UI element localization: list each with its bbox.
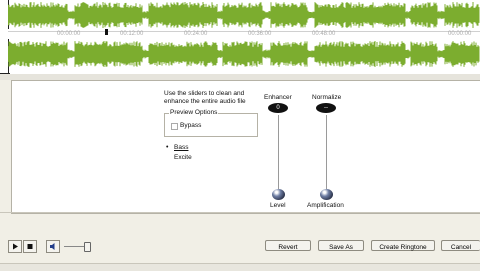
volume-button[interactable] — [46, 240, 60, 253]
timeline-tick: 00:00:00 — [57, 31, 81, 37]
cancel-button[interactable]: Cancel — [441, 240, 480, 251]
bypass-label[interactable]: Bypass — [180, 122, 201, 129]
enhancer-slider-track[interactable] — [278, 115, 279, 191]
play-button[interactable] — [8, 240, 22, 253]
preview-options-legend: Preview Options — [169, 109, 219, 116]
normalize-amplification-label: Amplification — [307, 202, 344, 209]
timeline-tick: 00:00:00 — [448, 31, 472, 37]
waveform-channel-right[interactable] — [8, 40, 480, 68]
timeline-ruler[interactable]: 00:00:00 00:12:00 00:24:00 00:36:00 00:4… — [8, 29, 480, 39]
stop-icon — [27, 244, 33, 249]
save-as-button[interactable]: Save As — [318, 240, 364, 251]
create-ringtone-button[interactable]: Create Ringtone — [371, 240, 435, 251]
normalize-value: -- — [316, 103, 336, 113]
effects-panel: Use the sliders to clean and enhance the… — [11, 80, 480, 214]
instruction-text: Use the sliders to clean and enhance the… — [164, 90, 246, 105]
enhancer-level-label: Level — [270, 202, 286, 209]
enhancer-slider-thumb[interactable] — [272, 189, 285, 200]
stop-button[interactable] — [23, 240, 37, 253]
normalize-slider-track[interactable] — [326, 115, 327, 191]
panel-divider — [0, 212, 480, 213]
timeline-tick: 00:48:00 — [312, 31, 336, 37]
normalize-slider-thumb[interactable] — [320, 189, 333, 200]
preview-options-group: Preview Options Bypass — [164, 109, 258, 137]
play-icon — [13, 243, 18, 250]
playhead-cursor[interactable] — [105, 29, 108, 35]
timeline-tick: 00:24:00 — [184, 31, 208, 37]
bullet-icon: • — [166, 144, 169, 151]
timeline-tick: 00:36:00 — [248, 31, 272, 37]
timeline-tick: 00:12:00 — [120, 31, 144, 37]
option-excite[interactable]: Excite — [174, 154, 192, 161]
option-bass[interactable]: Bass — [174, 144, 188, 151]
bypass-checkbox[interactable] — [171, 123, 178, 130]
waveform-area[interactable]: 00:00:00 00:12:00 00:24:00 00:36:00 00:4… — [0, 0, 480, 74]
waveform-channel-left[interactable] — [8, 1, 480, 29]
enhancer-title: Enhancer — [264, 94, 292, 101]
revert-button[interactable]: Revert — [265, 240, 311, 251]
volume-slider-thumb[interactable] — [84, 242, 91, 252]
normalize-title: Normalize — [312, 94, 342, 101]
speaker-icon — [50, 243, 55, 250]
enhancer-value: 0 — [268, 103, 288, 113]
